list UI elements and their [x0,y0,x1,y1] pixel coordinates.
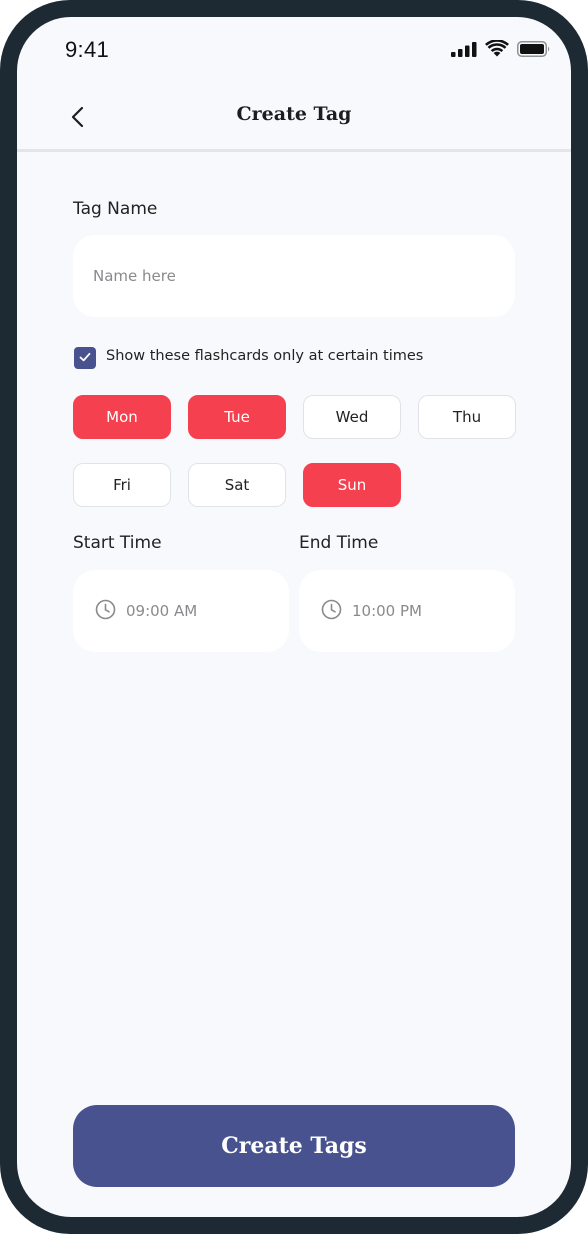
schedule-checkbox[interactable] [74,347,96,369]
end-time-value: 10:00 PM [352,602,422,620]
day-chip-tue[interactable]: Tue [188,395,286,439]
phone-frame: 9:41 Create Tag Tag Name Name here Show … [0,0,588,1234]
start-time-label: Start Time [73,533,162,553]
day-chip-thu[interactable]: Thu [418,395,516,439]
create-tags-button[interactable]: Create Tags [73,1105,515,1187]
clock-icon [321,599,342,624]
status-icons [451,40,551,57]
schedule-checkbox-label: Show these flashcards only at certain ti… [106,348,424,364]
page-title: Create Tag [236,103,352,125]
checkmark-icon [78,349,92,368]
tag-name-label: Tag Name [73,199,158,219]
header-divider [17,149,571,152]
battery-icon [517,40,551,57]
app-screen: 9:41 Create Tag Tag Name Name here Show … [17,17,571,1217]
cellular-signal-icon [451,41,477,57]
day-chip-mon[interactable]: Mon [73,395,171,439]
start-time-value: 09:00 AM [126,602,198,620]
day-chip-wed[interactable]: Wed [303,395,401,439]
tag-name-input[interactable] [73,235,515,317]
day-chip-fri[interactable]: Fri [73,463,171,507]
end-time-field[interactable]: 10:00 PM [299,570,515,652]
day-chip-sat[interactable]: Sat [188,463,286,507]
clock-icon [95,599,116,624]
end-time-label: End Time [299,533,379,553]
start-time-field[interactable]: 09:00 AM [73,570,289,652]
day-chip-sun[interactable]: Sun [303,463,401,507]
status-time: 9:41 [65,37,110,62]
wifi-icon [485,40,509,57]
